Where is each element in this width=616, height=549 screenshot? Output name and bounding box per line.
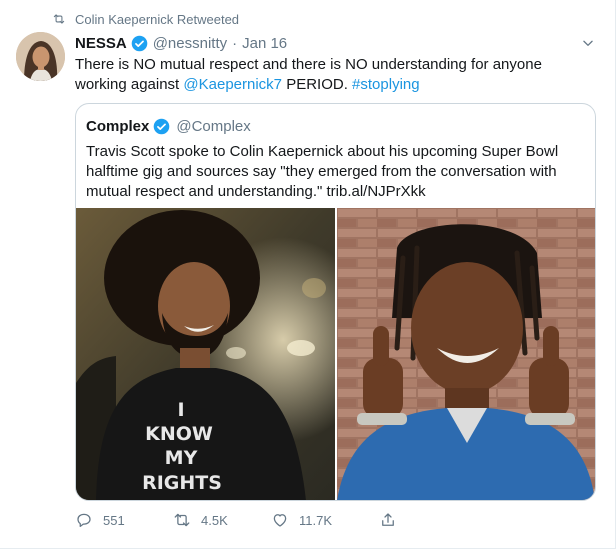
tweet-actions: 551 4.5K 11.7K	[75, 508, 407, 532]
retweet-icon	[174, 513, 190, 527]
author-handle[interactable]: @nessnitty	[153, 35, 227, 52]
shirt-text-line-4: RIGHTS	[142, 472, 222, 494]
retweet-button[interactable]: 4.5K	[173, 511, 271, 529]
avatar-image	[16, 32, 65, 81]
like-button[interactable]: 11.7K	[271, 511, 379, 529]
quoted-author-name: Complex	[86, 117, 150, 135]
quoted-tweet-media[interactable]: I KNOW MY RIGHTS	[76, 208, 595, 500]
verified-badge-icon	[131, 35, 147, 51]
mention-link[interactable]: @Kaepernick7	[183, 76, 282, 93]
tweet[interactable]: Colin Kaepernick Retweeted NESSA @nessni…	[0, 0, 616, 549]
separator-dot: ·	[232, 34, 238, 52]
reply-button[interactable]: 551	[75, 511, 173, 529]
tweet-date[interactable]: Jan 16	[242, 35, 287, 52]
media-image-kaepernick[interactable]: I KNOW MY RIGHTS	[76, 208, 335, 500]
quoted-tweet-text: Travis Scott spoke to Colin Kaepernick a…	[86, 143, 559, 200]
hashtag-link[interactable]: #stoplying	[352, 76, 420, 93]
share-icon	[382, 513, 394, 526]
tweet-header: NESSA @nessnitty · Jan 16	[75, 33, 287, 53]
reply-icon	[77, 513, 91, 528]
chevron-down-icon[interactable]	[581, 36, 595, 50]
quoted-author-handle: @Complex	[176, 117, 251, 135]
shirt-text-line-1: I	[177, 399, 184, 421]
retweet-count: 4.5K	[201, 512, 228, 528]
like-count: 11.7K	[299, 512, 333, 528]
tweet-text: There is NO mutual respect and there is …	[75, 55, 595, 95]
media-image-travis-scott[interactable]	[337, 208, 595, 500]
author-name[interactable]: NESSA	[75, 35, 127, 52]
quoted-tweet-header: Complex @Complex	[86, 116, 251, 136]
quoted-tweet[interactable]: Complex @Complex Travis Scott spoke to C…	[75, 103, 596, 501]
avatar[interactable]	[16, 32, 65, 81]
reply-count: 551	[103, 512, 125, 528]
retweet-context: Colin Kaepernick Retweeted	[52, 11, 239, 27]
shirt-text-line-2: KNOW	[145, 423, 213, 445]
tweet-text-part-2: PERIOD.	[282, 76, 353, 93]
retweet-icon	[53, 14, 65, 24]
verified-badge-icon	[154, 118, 170, 134]
share-button[interactable]	[379, 511, 407, 529]
like-icon	[273, 514, 287, 527]
shirt-text-line-3: MY	[165, 447, 198, 469]
retweet-context-label[interactable]: Colin Kaepernick Retweeted	[75, 12, 239, 27]
